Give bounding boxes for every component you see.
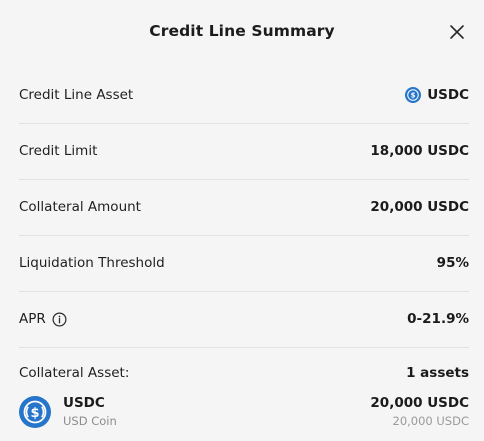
modal-title: Credit Line Summary (149, 22, 335, 40)
collateral-asset-count: 1 assets (406, 365, 469, 381)
close-icon[interactable] (446, 21, 468, 43)
apr-value: 0-21.9% (407, 311, 469, 327)
asset-full-name: USD Coin (63, 414, 117, 428)
usdc-coin-icon: $ (405, 87, 422, 103)
row-label: Credit Limit (19, 143, 98, 159)
usdc-coin-icon: $ (19, 396, 51, 428)
row-label: Credit Line Asset (19, 87, 134, 103)
row-value: $ USDC (405, 87, 469, 103)
asset-amount-secondary: 20,000 USDC (392, 414, 470, 428)
row-label: APR (19, 311, 67, 327)
svg-text:$: $ (411, 92, 416, 100)
row-label: Collateral Amount (19, 199, 141, 215)
credit-line-summary-modal: Credit Line Summary Credit Line Asset $ … (0, 0, 484, 441)
info-icon[interactable] (52, 312, 67, 327)
svg-text:$: $ (30, 406, 39, 421)
row-liquidation-threshold: Liquidation Threshold 95% (19, 235, 469, 292)
asset-symbol: USDC (63, 395, 105, 411)
credit-limit-value: 18,000 USDC (370, 143, 469, 159)
row-label: Liquidation Threshold (19, 255, 165, 271)
modal-header: Credit Line Summary (0, 0, 484, 66)
collateral-asset-item: $ USDC USD Coin 20,000 USDC 20,000 USDC (19, 393, 469, 433)
row-label: Collateral Asset: (19, 365, 130, 381)
collateral-amount-value: 20,000 USDC (370, 199, 469, 215)
row-collateral-amount: Collateral Amount 20,000 USDC (19, 179, 469, 236)
credit-line-asset-value: USDC (427, 87, 469, 103)
liquidation-threshold-value: 95% (436, 255, 469, 271)
row-collateral-asset: Collateral Asset: 1 assets (19, 347, 469, 399)
asset-amount: 20,000 USDC (370, 395, 469, 411)
row-credit-line-asset: Credit Line Asset $ USDC (19, 67, 469, 124)
row-credit-limit: Credit Limit 18,000 USDC (19, 123, 469, 180)
row-apr: APR 0-21.9% (19, 291, 469, 348)
apr-label: APR (19, 311, 46, 327)
